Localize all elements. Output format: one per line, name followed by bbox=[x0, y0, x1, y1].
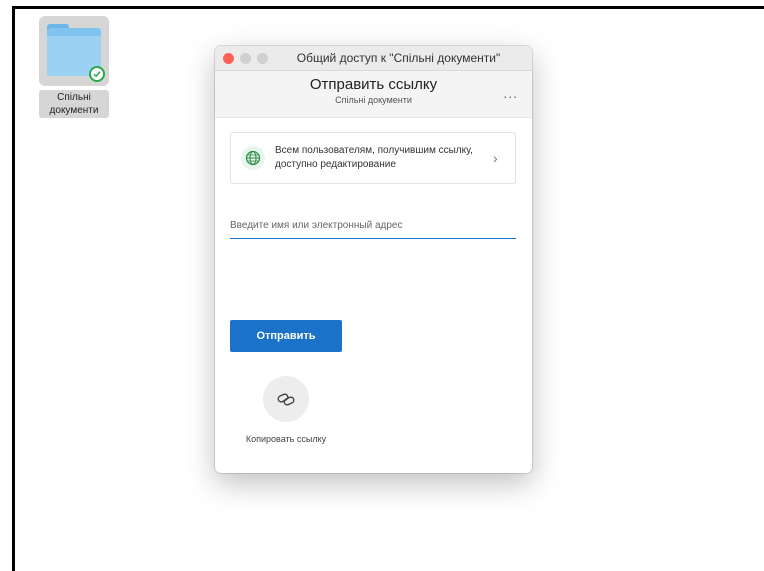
chevron-right-icon: › bbox=[493, 150, 498, 166]
desktop-folder[interactable]: Спільні документи bbox=[34, 16, 114, 118]
folder-icon[interactable] bbox=[39, 16, 109, 86]
window-controls bbox=[223, 53, 268, 64]
permission-description: Всем пользователям, получившим ссылку, д… bbox=[275, 145, 473, 170]
dialog-title: Отправить ссылку bbox=[309, 76, 438, 93]
screen-border-top bbox=[12, 6, 764, 9]
share-dialog: Общий доступ к "Спільні документи" Отпра… bbox=[215, 46, 532, 473]
screen: Спільні документи Общий доступ к "Спільн… bbox=[0, 0, 764, 571]
send-button[interactable]: Отправить bbox=[230, 320, 342, 352]
close-window-button[interactable] bbox=[223, 53, 234, 64]
more-options-button[interactable]: ... bbox=[503, 85, 518, 101]
screen-border-left bbox=[12, 6, 15, 571]
dialog-header: Отправить ссылку Спільні документи ... bbox=[215, 71, 532, 118]
copy-link-button[interactable]: Копировать ссылку bbox=[230, 376, 342, 444]
window-titlebar[interactable]: Общий доступ к "Спільні документи" bbox=[215, 46, 532, 71]
window-title: Общий доступ к "Спільні документи" bbox=[296, 51, 501, 65]
minimize-window-button[interactable] bbox=[240, 53, 251, 64]
dialog-subtitle: Спільні документи bbox=[335, 95, 412, 105]
zoom-window-button[interactable] bbox=[257, 53, 268, 64]
link-permissions-button[interactable]: Всем пользователям, получившим ссылку, д… bbox=[230, 132, 516, 184]
recipient-input[interactable] bbox=[230, 212, 516, 239]
link-icon[interactable] bbox=[263, 376, 309, 422]
globe-icon bbox=[241, 146, 265, 170]
copy-link-label: Копировать ссылку bbox=[245, 434, 327, 444]
sync-check-icon bbox=[89, 66, 105, 82]
folder-label[interactable]: Спільні документи bbox=[39, 90, 109, 118]
